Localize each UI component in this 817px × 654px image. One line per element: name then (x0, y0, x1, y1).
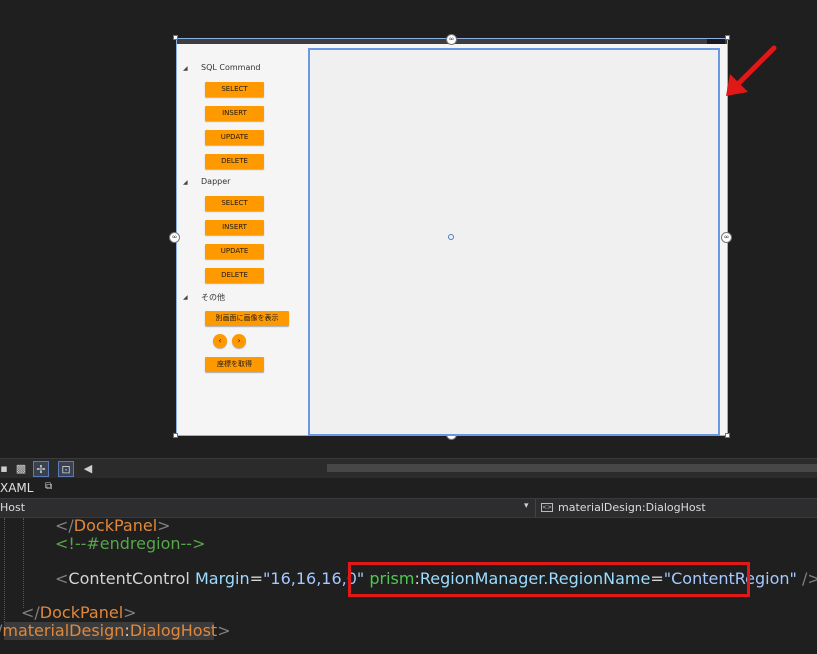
code-line[interactable]: /materialDesign:DialogHost> (0, 622, 231, 640)
editor-tab-row: XAML ⧉ (0, 478, 817, 498)
group-label-sql-command: SQL Command (201, 63, 261, 72)
sql-select-button[interactable]: SELECT (205, 82, 264, 97)
popout-icon[interactable]: ⧉ (45, 481, 57, 493)
divider (535, 499, 536, 517)
checker-background-icon[interactable]: ▩ (13, 461, 29, 477)
dapper-update-button[interactable]: UPDATE (205, 244, 264, 259)
chevron-down-icon[interactable]: ▾ (524, 501, 529, 511)
dapper-delete-button[interactable]: DELETE (205, 268, 264, 283)
code-line[interactable]: </DockPanel> (21, 604, 137, 622)
scroll-left-icon[interactable]: ◀ (80, 461, 96, 477)
element-dropdown-left[interactable]: Host (0, 501, 25, 514)
annotation-highlight-box (348, 562, 750, 597)
rail-adorner-left-icon[interactable]: ∞ (169, 232, 180, 243)
prev-button[interactable]: ‹ (213, 334, 227, 348)
group-label-dapper: Dapper (201, 177, 231, 186)
indent-guide (23, 518, 24, 608)
grid-icon[interactable]: ▪ (0, 461, 12, 477)
center-point-icon (448, 234, 454, 240)
content-region-placeholder[interactable] (308, 48, 720, 436)
xaml-designer-surface[interactable]: ∞ ∞ ∞ ∞ ◢ SQL Command SELECT INSERT UPDA… (0, 0, 817, 458)
element-type-icon: <> (541, 503, 553, 512)
annotation-arrow-icon (726, 45, 777, 96)
get-coordinates-button[interactable]: 座標を取得 (205, 357, 264, 372)
snap-to-snaplines-icon[interactable]: ⊡ (58, 461, 74, 477)
sql-update-button[interactable]: UPDATE (205, 130, 264, 145)
horizontal-scrollbar[interactable] (327, 464, 817, 472)
dapper-insert-button[interactable]: INSERT (205, 220, 264, 235)
sql-insert-button[interactable]: INSERT (205, 106, 264, 121)
expander-arrow-icon[interactable]: ◢ (183, 294, 188, 301)
resize-handle-bottom-left[interactable] (173, 433, 178, 438)
tab-xaml[interactable]: XAML (0, 481, 33, 495)
indent-guide (4, 518, 5, 626)
expander-arrow-icon[interactable]: ◢ (183, 179, 188, 186)
resize-handle-top-right[interactable] (725, 35, 730, 40)
element-dropdown-right[interactable]: materialDesign:DialogHost (558, 501, 706, 514)
window-control-buttons (707, 39, 725, 44)
resize-handle-bottom-right[interactable] (725, 433, 730, 438)
group-label-other: その他 (201, 293, 225, 302)
code-line[interactable]: </DockPanel> (55, 517, 171, 535)
snap-to-gridlines-icon[interactable]: ✢ (33, 461, 49, 477)
rail-adorner-top-icon[interactable]: ∞ (446, 34, 457, 45)
sql-delete-button[interactable]: DELETE (205, 154, 264, 169)
dapper-select-button[interactable]: SELECT (205, 196, 264, 211)
resize-handle-top-left[interactable] (173, 35, 178, 40)
next-button[interactable]: › (232, 334, 246, 348)
rail-adorner-right-icon[interactable]: ∞ (721, 232, 732, 243)
code-line[interactable]: <!--#endregion--> (55, 535, 205, 553)
navigation-bar: Host ▾ <> materialDesign:DialogHost (0, 498, 817, 518)
designer-toolbar: ▪ ▩ ✢ ⊡ ◀ (0, 458, 817, 479)
expander-arrow-icon[interactable]: ◢ (183, 65, 188, 72)
show-image-window-button[interactable]: 別画面に画像を表示 (205, 311, 289, 326)
